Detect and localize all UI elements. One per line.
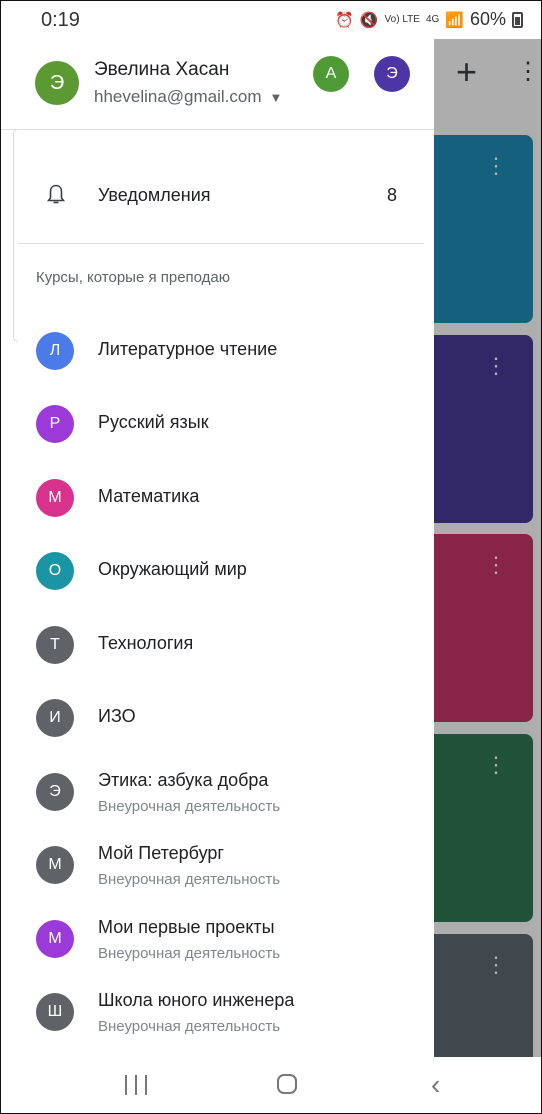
divider (1, 129, 434, 130)
other-account-avatar[interactable]: A (313, 56, 349, 92)
course-avatar: Р (36, 405, 74, 443)
battery-percent: 60% (469, 9, 506, 29)
course-item[interactable]: М Мои первые проекты Внеурочная деятельнос… (1, 904, 434, 966)
course-subtitle: Внеурочная деятельность (98, 871, 281, 888)
course-avatar: И (36, 699, 74, 737)
course-avatar: М (36, 846, 74, 884)
battery-icon (512, 11, 523, 28)
alarm-icon: ⏰ (335, 11, 354, 29)
course-avatar: М (36, 920, 74, 958)
course-avatar: Л (36, 332, 74, 370)
status-bar: 0:19 ⏰ 🔇 Vo) LTE 4G 📶 60% (1, 1, 541, 39)
recent-apps-button[interactable] (125, 1075, 147, 1095)
system-nav-bar: ‹ (1, 1057, 541, 1113)
drawer-edge-outline (13, 129, 18, 342)
course-avatar: Т (36, 626, 74, 664)
account-avatar[interactable]: Э (35, 61, 79, 105)
course-item[interactable]: Ш Школа юного инженера Внеурочная деятельн… (1, 977, 434, 1039)
teaching-section-title: Курсы, которые я преподаю (36, 269, 231, 286)
course-name: Технология (98, 633, 194, 653)
course-avatar: М (36, 479, 74, 517)
home-button[interactable] (277, 1074, 297, 1094)
course-item[interactable]: Т Технология (1, 610, 434, 672)
mute-icon: 🔇 (359, 11, 379, 29)
course-item[interactable]: М Мой Петербург Внеурочная деятельность (1, 830, 434, 892)
course-item[interactable]: Р Русский язык (1, 389, 434, 451)
course-name: Математика (98, 486, 200, 506)
course-name: Русский язык (98, 412, 209, 432)
bell-icon (47, 184, 65, 204)
account-name: Эвелина Хасан (94, 59, 230, 80)
course-avatar: Э (36, 773, 74, 811)
network-type: 4G (425, 13, 440, 25)
course-subtitle: Внеурочная деятельность (98, 798, 281, 815)
course-subtitle: Внеурочная деятельность (98, 1018, 281, 1035)
course-subtitle: Внеурочная деятельность (98, 945, 281, 962)
course-item[interactable]: Л Литературное чтение (1, 316, 434, 378)
account-email[interactable]: hhevelina@gmail.com ▼ (94, 87, 282, 107)
notifications-label: Уведомления (98, 185, 211, 205)
volte-indicator: Vo) LTE (384, 13, 420, 25)
back-button[interactable]: ‹ (431, 1069, 440, 1101)
chevron-down-icon[interactable]: ▼ (270, 90, 283, 105)
course-name: Окружающий мир (98, 559, 247, 579)
account-header[interactable]: Э Эвелина Хасан hhevelina@gmail.com ▼ AЭ (1, 39, 434, 129)
course-name: Мои первые проекты (98, 917, 275, 937)
notifications-item[interactable]: Уведомления 8 (1, 166, 434, 226)
course-item[interactable]: М Математика (1, 463, 434, 525)
course-avatar: О (36, 552, 74, 590)
course-name: ИЗО (98, 706, 136, 726)
course-name: Школа юного инженера (98, 990, 295, 1010)
app-frame: 0:19 ⏰ 🔇 Vo) LTE 4G 📶 60% + ⋮ ⋮ ⋮ ⋮ ⋮ ⋮ Э Эв… (0, 0, 542, 1114)
notifications-count: 8 (387, 185, 398, 205)
navigation-drawer: Э Эвелина Хасан hhevelina@gmail.com ▼ AЭ… (1, 39, 434, 1057)
course-name: Литературное чтение (98, 339, 278, 359)
status-icons: ⏰ 🔇 Vo) LTE 4G 📶 60% (335, 9, 523, 30)
account-email-text: hhevelina@gmail.com (94, 87, 262, 106)
course-name: Мой Петербург (98, 843, 224, 863)
course-item[interactable]: И ИЗО (1, 683, 434, 745)
course-item[interactable]: Э Этика: азбука добра Внеурочная деятельно… (1, 757, 434, 819)
course-avatar: Ш (36, 993, 74, 1031)
other-account-avatar[interactable]: Э (374, 56, 410, 92)
course-item[interactable]: О Окружающий мир (1, 536, 434, 598)
status-time: 0:19 (41, 9, 80, 31)
divider (18, 243, 424, 244)
signal-icon: 📶 (445, 11, 464, 29)
course-name: Этика: азбука добра (98, 770, 269, 790)
